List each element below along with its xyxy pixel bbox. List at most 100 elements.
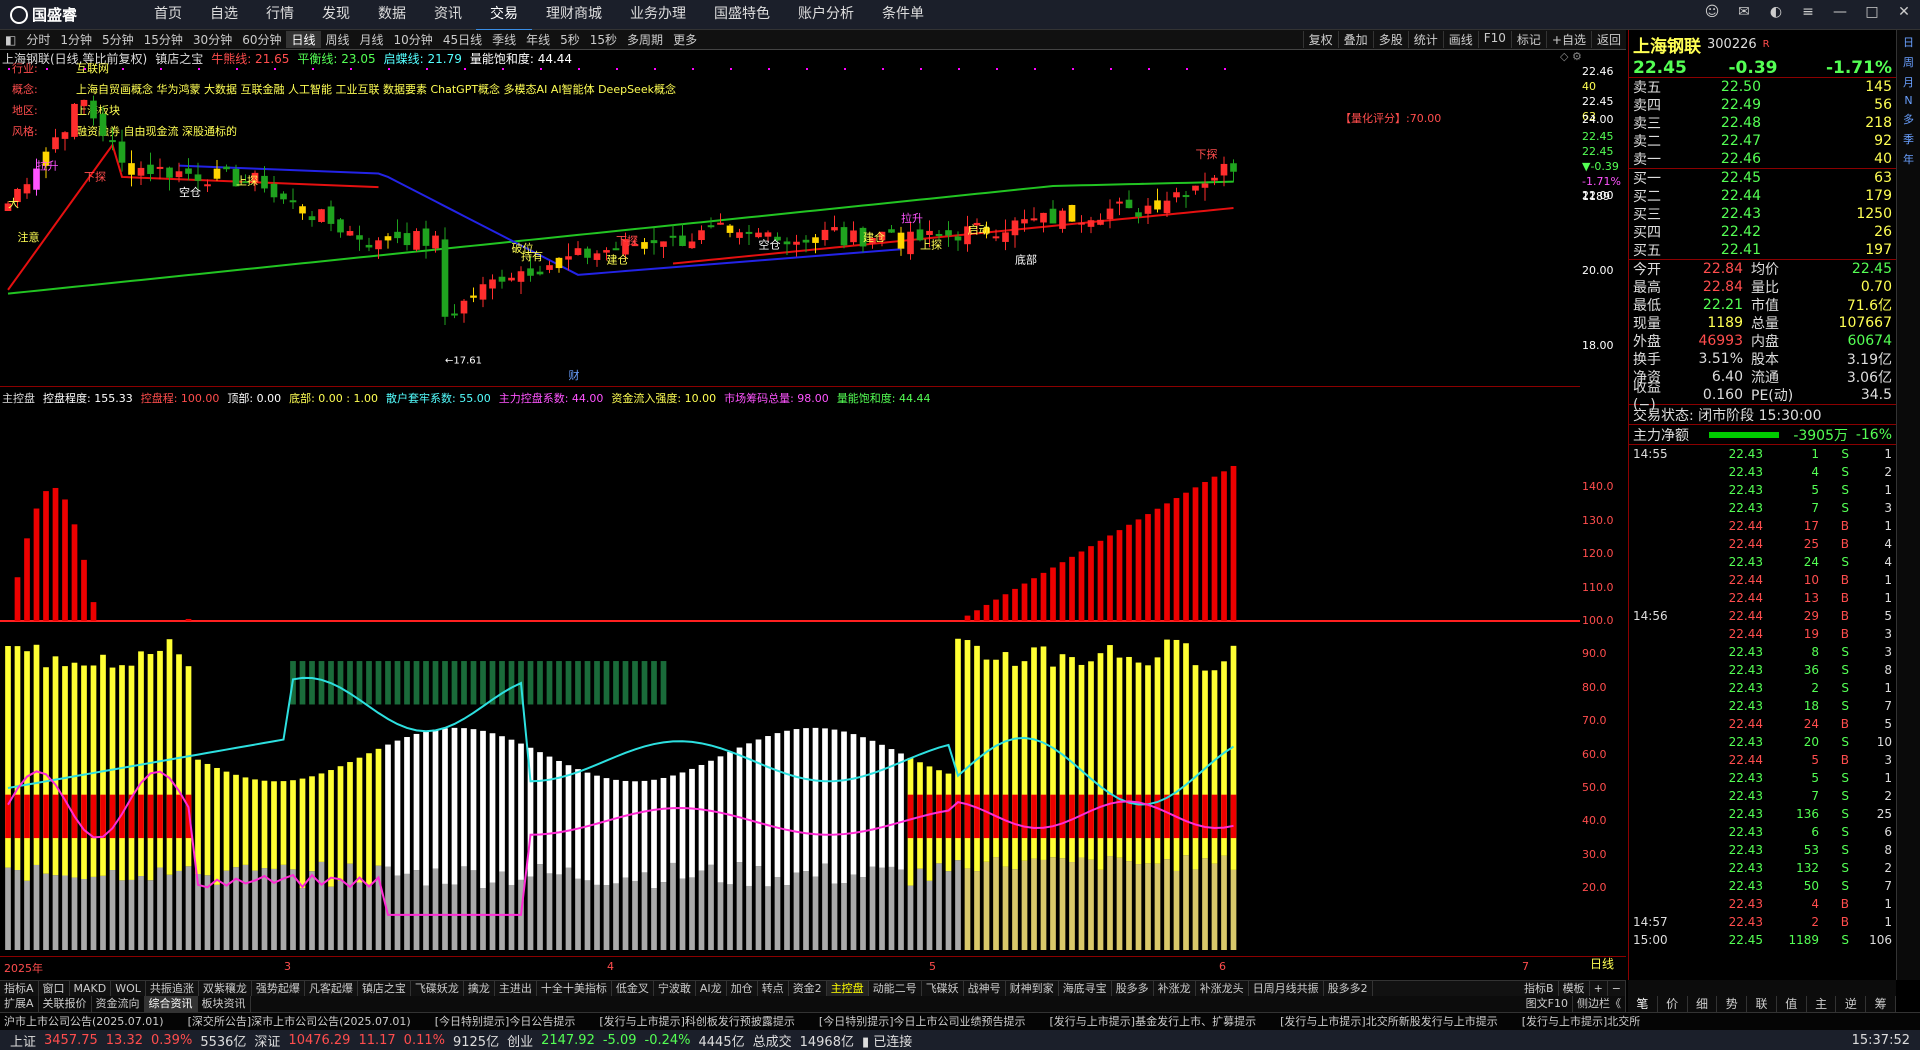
quote-tab[interactable]: 筹 [1866, 996, 1897, 1012]
sidebar-item[interactable]: 周 [1900, 54, 1918, 70]
menu-item[interactable]: 发现 [308, 0, 364, 31]
tab-control[interactable]: 模板 [1559, 981, 1590, 996]
menu-item[interactable]: 理财商城 [532, 0, 616, 31]
toolbar-button[interactable]: 统计 [1407, 31, 1443, 48]
menu-item[interactable]: 资讯 [420, 0, 476, 31]
menu-item[interactable]: 交易 [476, 0, 532, 31]
menu-icon[interactable]: ≡ [1798, 4, 1818, 20]
tab-control[interactable]: 指标B [1520, 981, 1559, 996]
quote-tab[interactable]: 联 [1747, 996, 1777, 1012]
indicator-tab[interactable]: 共振追涨 [146, 981, 199, 996]
toolbar-button[interactable]: 返回 [1590, 31, 1626, 48]
indicator-tab[interactable]: 十全十美指标 [537, 981, 612, 996]
indicator-tab[interactable]: 强势起爆 [252, 981, 305, 996]
quote-tab[interactable]: 主 [1807, 996, 1837, 1012]
indicator-tab[interactable]: 镇店之宝 [358, 981, 411, 996]
tick-list[interactable]: 14:55 22.43 1 S 1 22.43 4 S 2 22.43 5 S 1 22.43 7 S 3 22.… [1629, 445, 1896, 949]
period-tab[interactable]: 60分钟 [237, 31, 286, 48]
indicator-tab[interactable]: 转点 [758, 981, 789, 996]
indicator-tab[interactable]: 凡客起爆 [305, 981, 358, 996]
menu-item[interactable]: 自选 [196, 0, 252, 31]
period-tab[interactable]: 年线 [521, 31, 555, 48]
menu-item[interactable]: 条件单 [868, 0, 938, 31]
indicator-tab[interactable]: 飞碟妖 [922, 981, 964, 996]
period-tab[interactable]: 5秒 [555, 31, 585, 48]
period-tab[interactable]: 季线 [487, 31, 521, 48]
tab-control[interactable]: + [1590, 981, 1608, 996]
minimize-icon[interactable]: — [1830, 4, 1850, 20]
sidebar-item[interactable]: 季 [1900, 131, 1918, 147]
period-tab[interactable]: 更多 [668, 31, 702, 48]
menu-item[interactable]: 行情 [252, 0, 308, 31]
sidebar-item[interactable]: 年 [1900, 151, 1918, 167]
indicator-tab[interactable]: 补涨龙 [1154, 981, 1196, 996]
period-tab[interactable]: 分时 [21, 31, 55, 48]
sidebar-item[interactable]: 日 [1900, 34, 1918, 50]
period-tab[interactable]: 日线 [286, 31, 321, 48]
mail-icon[interactable]: ✉ [1734, 4, 1754, 20]
period-tab[interactable]: 10分钟 [389, 31, 438, 48]
chart-settings-icon[interactable]: ◇ ⚙ [1560, 50, 1582, 63]
indicator-tab[interactable]: 低金叉 [612, 981, 654, 996]
news-item[interactable]: [深交所公告]深市上市公司公告(2025.07.01) [184, 1013, 431, 1030]
indicator-tab[interactable]: 股多多2 [1324, 981, 1373, 996]
news-item[interactable]: [发行与上市提示]基金发行上市、扩募提示 [1046, 1013, 1277, 1030]
quote-tab[interactable]: 笔 [1628, 996, 1658, 1012]
quote-tab[interactable]: 价 [1658, 996, 1688, 1012]
maximize-icon[interactable]: □ [1862, 4, 1882, 20]
info-tab[interactable]: 板块资讯 [198, 996, 251, 1012]
pin-icon[interactable]: ◧ [0, 33, 21, 47]
info-tab[interactable]: 资金流向 [92, 996, 145, 1012]
quote-tab[interactable]: 值 [1777, 996, 1807, 1012]
toolbar-button[interactable]: 画线 [1442, 31, 1478, 48]
toolbar-button[interactable]: F10 [1477, 31, 1511, 48]
period-tab[interactable]: 15秒 [585, 31, 622, 48]
menu-item[interactable]: 国盛特色 [700, 0, 784, 31]
toolbar-button[interactable]: 多股 [1372, 31, 1408, 48]
indicator-tab[interactable]: 财神到家 [1006, 981, 1059, 996]
indicator-tab[interactable]: 擒龙 [464, 981, 495, 996]
news-item[interactable]: 沪市上市公司公告(2025.07.01) [0, 1013, 184, 1030]
toolbar-button[interactable]: 标记 [1510, 31, 1546, 48]
news-item[interactable]: [发行与上市提示]北交所新股发行与上市提示 [1276, 1013, 1518, 1030]
indicator-tab[interactable]: 双紫穰龙 [199, 981, 252, 996]
indicator-tab[interactable]: 海底寻宝 [1059, 981, 1112, 996]
period-tab[interactable]: 5分钟 [97, 31, 139, 48]
indicator-tab[interactable]: 资金2 [789, 981, 827, 996]
news-item[interactable]: [发行与上市提示]北交所 [1518, 1013, 1661, 1030]
chat-icon[interactable]: ☺ [1702, 4, 1722, 20]
news-item[interactable]: [今日特别提示]今日公告提示 [431, 1013, 596, 1030]
quote-tab[interactable]: 逆 [1836, 996, 1867, 1012]
period-tab[interactable]: 15分钟 [139, 31, 188, 48]
close-icon[interactable]: ✕ [1894, 4, 1914, 20]
indicator-tab[interactable]: 战神号 [964, 981, 1006, 996]
menu-item[interactable]: 数据 [364, 0, 420, 31]
indicator-tab[interactable]: 股多多 [1112, 981, 1154, 996]
indicator-tab[interactable]: 宁波敢 [654, 981, 696, 996]
indicator-tab[interactable]: 动能二号 [869, 981, 922, 996]
indicator-tab[interactable]: 主控盘 [826, 981, 869, 996]
news-item[interactable]: [今日特别提示]今日上市公司业绩预告提示 [815, 1013, 1046, 1030]
indicator-tab[interactable]: 飞碟妖龙 [411, 981, 464, 996]
indicator-tab[interactable]: MAKD [70, 981, 112, 996]
info-tab[interactable]: 扩展A [0, 996, 39, 1012]
menu-item[interactable]: 业务办理 [616, 0, 700, 31]
indicator-tab[interactable]: 指标A [0, 981, 39, 996]
period-tab[interactable]: 45日线 [438, 31, 487, 48]
indicator-tab[interactable]: WOL [111, 981, 146, 996]
skin-icon[interactable]: ◐ [1766, 4, 1786, 20]
period-tab[interactable]: 月线 [355, 31, 389, 48]
toolbar-button[interactable]: 复权 [1302, 31, 1338, 48]
menu-item[interactable]: 首页 [140, 0, 196, 31]
sidebar-item[interactable]: N [1900, 94, 1918, 107]
indicator-tab[interactable]: 补涨龙头 [1196, 981, 1249, 996]
indicator-tab[interactable]: 窗口 [39, 981, 70, 996]
candlestick-chart[interactable]: 下探下探上探下探 上探空仓空仓建仓建仓破位持有启动底部拉升拉升注意大←17.61财 [0, 64, 1580, 384]
info-tab[interactable]: 关联报价 [39, 996, 92, 1012]
indicator-tab[interactable]: 日周月线共振 [1249, 981, 1324, 996]
indicator-tab[interactable]: 加仓 [727, 981, 758, 996]
indicator-chart[interactable] [0, 405, 1580, 950]
period-tab[interactable]: 多周期 [622, 31, 668, 48]
period-tab[interactable]: 1分钟 [55, 31, 97, 48]
panel-toggle[interactable]: 侧边栏《 [1573, 996, 1626, 1012]
